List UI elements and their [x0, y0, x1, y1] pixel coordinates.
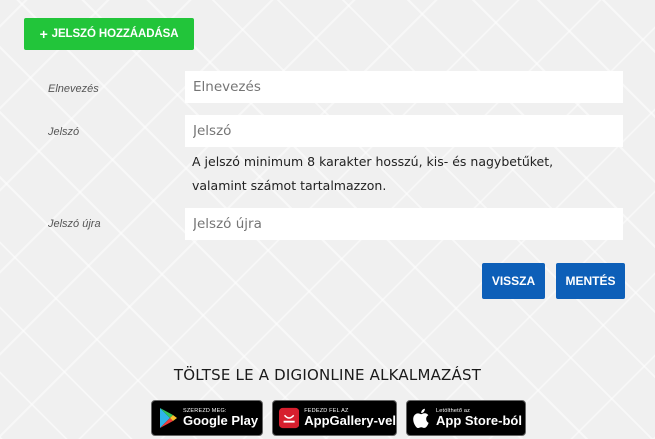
- password-hint: A jelszó minimum 8 karakter hosszú, kis-…: [192, 150, 612, 198]
- appgallery-big-text: AppGallery-vel: [304, 413, 396, 428]
- name-label: Elnevezés: [48, 83, 99, 95]
- password-label: Jelszó: [48, 126, 80, 138]
- password-again-label: Jelszó újra: [48, 218, 101, 230]
- plus-icon: +: [39, 26, 48, 42]
- name-input[interactable]: [185, 71, 623, 103]
- apple-icon: [413, 408, 429, 429]
- save-button[interactable]: MENTÉS: [556, 263, 625, 299]
- app-store-badge[interactable]: Letölthető az App Store-ból: [406, 400, 526, 436]
- add-password-button[interactable]: + JELSZÓ HOZZÁADÁSA: [24, 18, 194, 50]
- password-input[interactable]: [185, 115, 623, 147]
- app-download-title: TÖLTSE LE A DIGIONLINE ALKALMAZÁST: [173, 366, 482, 384]
- google-play-badge[interactable]: SZEREZD MEG: Google Play: [151, 400, 263, 436]
- google-play-big-text: Google Play: [183, 413, 259, 428]
- app-store-big-text: App Store-ból: [436, 413, 522, 428]
- password-hint-line1: A jelszó minimum 8 karakter hosszú, kis-…: [192, 154, 554, 169]
- huawei-icon: [279, 407, 300, 429]
- back-button[interactable]: VISSZA: [482, 263, 545, 299]
- add-password-button-label: JELSZÓ HOZZÁADÁSA: [51, 28, 179, 40]
- password-again-input[interactable]: [185, 208, 623, 240]
- password-hint-line2: valamint számot tartalmazzon.: [192, 178, 387, 193]
- google-play-icon: [160, 408, 177, 428]
- appgallery-badge[interactable]: FEDEZD FEL AZ AppGallery-vel: [272, 400, 397, 436]
